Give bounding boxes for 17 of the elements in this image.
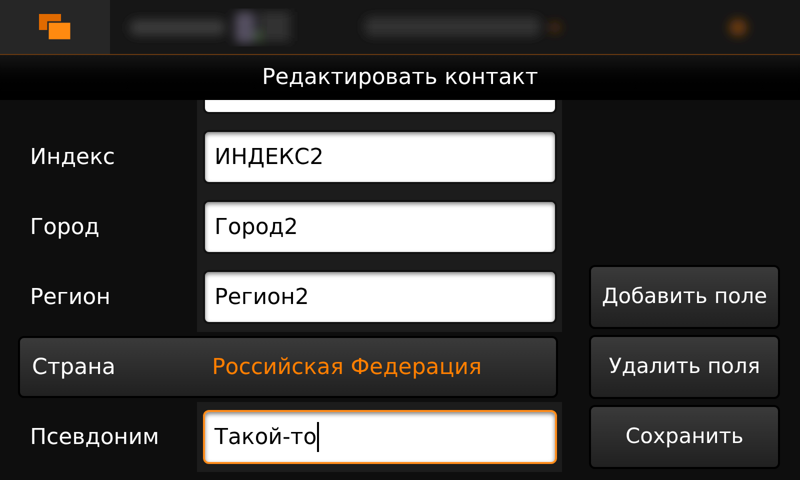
windows-icon [38,13,72,41]
input-field[interactable]: ИНДЕКС2 [202,130,556,184]
input-field[interactable]: Город2 [202,200,556,254]
input-field[interactable] [202,100,556,114]
window-title: Редактировать контакт [262,64,538,92]
task-switcher-button[interactable] [0,0,110,54]
text-cursor [316,422,319,452]
field-label: Индекс [29,144,116,172]
action-button[interactable]: Добавить поле [589,265,780,329]
action-button[interactable]: Сохранить [589,405,780,469]
action-button[interactable]: Удалить поля [589,335,780,399]
field-label: Город [29,214,101,242]
country-picker[interactable]: Страна Российская Федерация [18,336,558,398]
input-field[interactable]: Такой-то [202,410,556,464]
input-field[interactable]: Регион2 [202,270,556,324]
field-label: Регион [29,284,112,312]
field-label: Псевдоним [29,424,160,452]
